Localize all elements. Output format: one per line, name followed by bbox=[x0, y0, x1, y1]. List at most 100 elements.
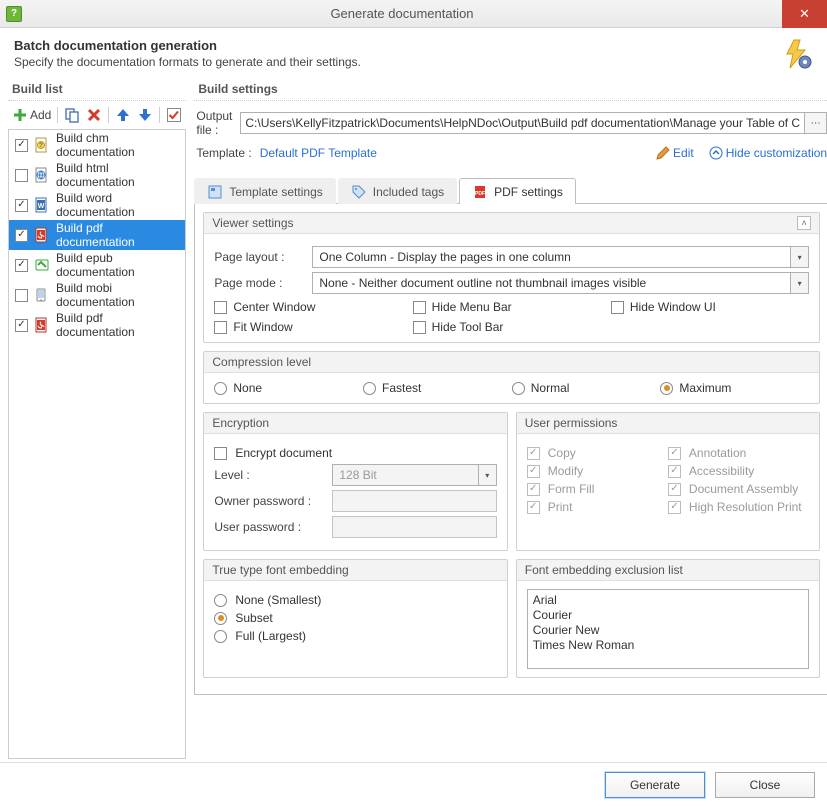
chevron-down-icon: ▾ bbox=[790, 247, 808, 267]
compression-fastest-radio[interactable] bbox=[363, 382, 376, 395]
close-icon: ✕ bbox=[799, 6, 810, 22]
user-pw-label: User password : bbox=[214, 520, 324, 534]
checkbox-label: Encrypt document bbox=[235, 446, 332, 460]
buildlist-item-epub[interactable]: Build epub documentation bbox=[9, 250, 185, 280]
buildlist-checkbox[interactable] bbox=[15, 259, 28, 272]
buildlist-item-html[interactable]: Build html documentation bbox=[9, 160, 185, 190]
tab-pdf-settings[interactable]: PDF PDF settings bbox=[459, 178, 576, 204]
buildlist-item-mobi[interactable]: Build mobi documentation bbox=[9, 280, 185, 310]
output-file-input[interactable]: C:\Users\KellyFitzpatrick\Documents\Help… bbox=[240, 112, 805, 134]
list-item[interactable]: Courier bbox=[533, 608, 803, 623]
checkbox-label: Copy bbox=[548, 446, 576, 460]
hide-tool-checkbox[interactable] bbox=[413, 321, 426, 334]
hide-menu-checkbox[interactable] bbox=[413, 301, 426, 314]
buildlist-checkbox[interactable] bbox=[15, 169, 28, 182]
list-item[interactable]: Courier New bbox=[533, 623, 803, 638]
buildlist-item-label: Build pdf documentation bbox=[56, 311, 179, 339]
center-window-checkbox[interactable] bbox=[214, 301, 227, 314]
perm-formfill-checkbox bbox=[527, 483, 540, 496]
encryption-group: Encryption Encrypt document Level : 128 … bbox=[203, 412, 507, 551]
encrypt-document-checkbox[interactable] bbox=[214, 447, 227, 460]
collapse-button[interactable]: ˄ bbox=[797, 216, 811, 230]
buildlist-item-pdf[interactable]: Build pdf documentation bbox=[9, 220, 185, 250]
radio-label: None bbox=[233, 381, 262, 395]
buildlist-title: Build list bbox=[8, 80, 186, 101]
list-item[interactable]: Times New Roman bbox=[533, 638, 803, 653]
group-title: User permissions bbox=[525, 416, 618, 430]
fit-window-checkbox[interactable] bbox=[214, 321, 227, 334]
output-file-value: C:\Users\KellyFitzpatrick\Documents\Help… bbox=[245, 116, 800, 130]
svg-text:?: ? bbox=[39, 143, 43, 149]
browse-output-button[interactable]: ⋯ bbox=[805, 112, 827, 134]
chevron-up-icon: ˄ bbox=[801, 218, 806, 228]
group-title: Encryption bbox=[212, 416, 269, 430]
perm-modify-checkbox bbox=[527, 465, 540, 478]
tab-template-settings[interactable]: Template settings bbox=[194, 178, 335, 204]
list-item[interactable]: Arial bbox=[533, 593, 803, 608]
buildlist[interactable]: ? Build chm documentation Build html doc… bbox=[8, 129, 186, 759]
hide-customization-button[interactable]: Hide customization bbox=[708, 145, 827, 161]
enc-level-label: Level : bbox=[214, 468, 324, 482]
output-file-label: Output file : bbox=[196, 109, 232, 137]
group-title: True type font embedding bbox=[212, 563, 348, 577]
checkbox-label: Print bbox=[548, 500, 573, 514]
button-label: Close bbox=[750, 778, 781, 792]
buildlist-item-label: Build pdf documentation bbox=[56, 221, 179, 249]
pdf-settings-panel: Viewer settings ˄ Page layout : One Colu… bbox=[194, 204, 827, 695]
buildlist-checkbox[interactable] bbox=[15, 229, 28, 242]
edit-template-button[interactable]: Edit bbox=[655, 145, 694, 161]
buildlist-checkbox[interactable] bbox=[15, 199, 28, 212]
svg-text:PDF: PDF bbox=[475, 191, 485, 197]
titlebar: ? Generate documentation ✕ bbox=[0, 0, 827, 28]
owner-pw-input bbox=[332, 490, 496, 512]
template-link[interactable]: Default PDF Template bbox=[260, 146, 377, 160]
hide-window-ui-checkbox[interactable] bbox=[611, 301, 624, 314]
edit-label: Edit bbox=[673, 146, 694, 160]
duplicate-button[interactable] bbox=[64, 107, 80, 123]
delete-button[interactable] bbox=[86, 107, 102, 123]
ellipsis-icon: ⋯ bbox=[811, 118, 821, 129]
delete-icon bbox=[86, 107, 102, 123]
group-title: Viewer settings bbox=[212, 216, 293, 230]
move-up-button[interactable] bbox=[115, 107, 131, 123]
add-button[interactable]: Add bbox=[12, 107, 51, 123]
ttf-subset-radio[interactable] bbox=[214, 612, 227, 625]
buildlist-item-label: Build html documentation bbox=[56, 161, 179, 189]
page-mode-select[interactable]: None - Neither document outline not thum… bbox=[312, 272, 809, 294]
buildlist-item-chm[interactable]: ? Build chm documentation bbox=[9, 130, 185, 160]
buildlist-item-word[interactable]: W Build word documentation bbox=[9, 190, 185, 220]
arrow-down-icon bbox=[137, 107, 153, 123]
buildlist-checkbox[interactable] bbox=[15, 319, 28, 332]
tab-included-tags[interactable]: Included tags bbox=[338, 178, 457, 204]
move-down-button[interactable] bbox=[137, 107, 153, 123]
app-icon: ? bbox=[6, 6, 22, 22]
perm-highres-checkbox bbox=[668, 501, 681, 514]
generate-button[interactable]: Generate bbox=[605, 772, 705, 798]
html-icon bbox=[34, 167, 50, 183]
header-title: Batch documentation generation bbox=[14, 38, 781, 53]
checkbox-label: Fit Window bbox=[233, 320, 292, 334]
page-layout-select[interactable]: One Column - Display the pages in one co… bbox=[312, 246, 809, 268]
button-label: Generate bbox=[630, 778, 680, 792]
buildlist-checkbox[interactable] bbox=[15, 139, 28, 152]
collapse-icon bbox=[708, 145, 724, 161]
mobi-icon bbox=[34, 287, 50, 303]
buildlist-checkbox[interactable] bbox=[15, 289, 28, 302]
window-close-button[interactable]: ✕ bbox=[782, 0, 827, 28]
ttf-full-radio[interactable] bbox=[214, 630, 227, 643]
ttf-none-radio[interactable] bbox=[214, 594, 227, 607]
arrow-up-icon bbox=[115, 107, 131, 123]
compression-normal-radio[interactable] bbox=[512, 382, 525, 395]
close-button[interactable]: Close bbox=[715, 772, 815, 798]
perm-copy-checkbox bbox=[527, 447, 540, 460]
enc-level-select: 128 Bit ▾ bbox=[332, 464, 496, 486]
select-value: None - Neither document outline not thum… bbox=[319, 276, 646, 290]
radio-label: Fastest bbox=[382, 381, 421, 395]
compression-maximum-radio[interactable] bbox=[660, 382, 673, 395]
tab-label: PDF settings bbox=[494, 185, 563, 199]
settings-tabbar: Template settings Included tags PDF PDF … bbox=[194, 177, 827, 204]
font-exclusion-listbox[interactable]: Arial Courier Courier New Times New Roma… bbox=[527, 589, 809, 669]
buildlist-item-pdf-2[interactable]: Build pdf documentation bbox=[9, 310, 185, 340]
check-all-button[interactable] bbox=[166, 107, 182, 123]
compression-none-radio[interactable] bbox=[214, 382, 227, 395]
